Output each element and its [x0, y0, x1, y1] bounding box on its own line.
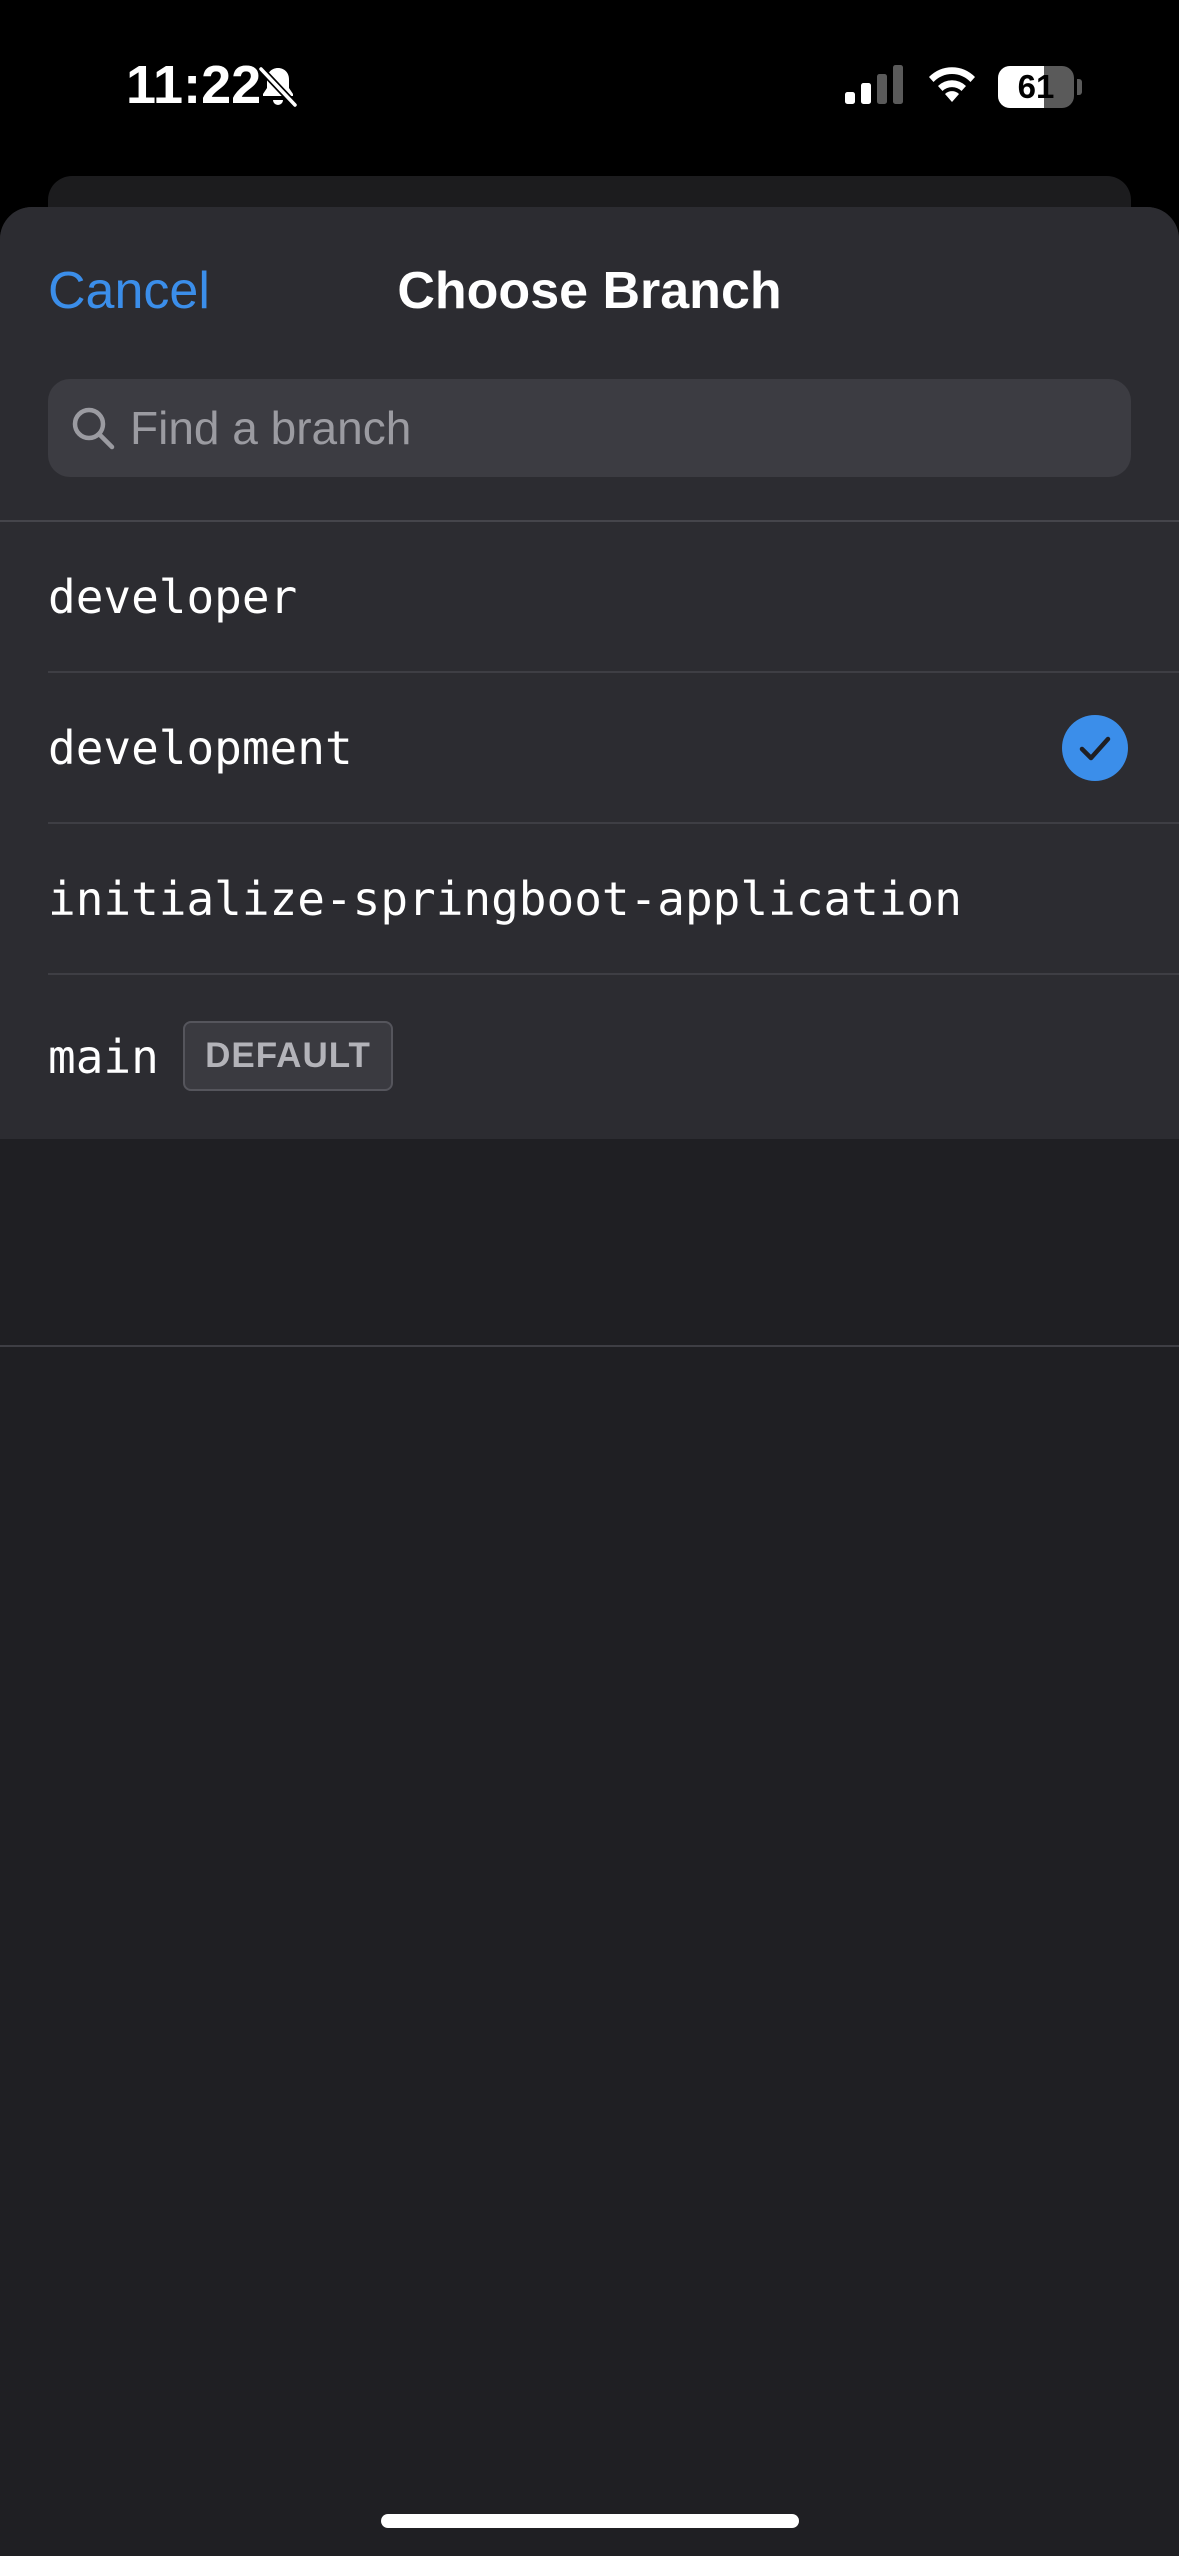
branch-name: development — [48, 721, 353, 775]
branch-name: developer — [48, 570, 298, 624]
wifi-icon — [929, 67, 975, 102]
sheet-header: Cancel Choose Branch — [0, 207, 1179, 521]
default-badge: DEFAULT — [183, 1021, 393, 1091]
branch-name: initialize-springboot-application — [48, 872, 962, 926]
branch-list: developer development initialize-springb… — [0, 522, 1179, 1139]
cellular-signal-icon — [845, 65, 903, 104]
branch-name: main — [48, 1030, 159, 1084]
checkmark-selected-icon — [1062, 715, 1128, 781]
page-title: Choose Branch — [397, 262, 782, 320]
branch-row-initialize-springboot-application[interactable]: initialize-springboot-application — [0, 824, 1179, 975]
search-icon — [72, 407, 115, 450]
battery-icon: 61 — [998, 66, 1082, 108]
bell-slash-icon — [257, 65, 299, 109]
home-indicator — [381, 2514, 799, 2528]
branch-row-main[interactable]: main DEFAULT — [0, 975, 1179, 1139]
list-bottom-divider — [0, 1345, 1179, 1347]
battery-percent: 61 — [1017, 68, 1055, 105]
search-input[interactable] — [130, 379, 1110, 477]
branch-row-developer[interactable]: developer — [0, 522, 1179, 673]
status-bar: 11:22 61 — [0, 0, 1179, 175]
search-field[interactable] — [48, 379, 1131, 477]
branch-row-development[interactable]: development — [0, 673, 1179, 824]
choose-branch-sheet: Cancel Choose Branch developer developme… — [0, 207, 1179, 2556]
status-time: 11:22 — [126, 55, 262, 115]
